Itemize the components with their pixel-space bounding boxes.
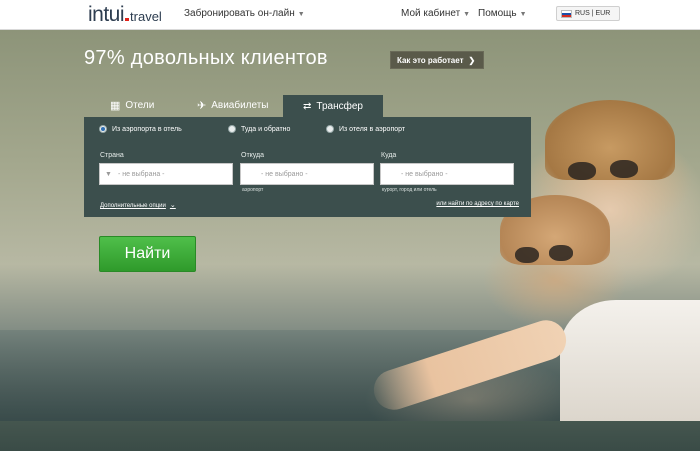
nav-book-online[interactable]: Забронировать он-лайн ▼ <box>184 8 305 19</box>
girl-sunglasses <box>515 245 585 267</box>
language-currency-switch[interactable]: RUS | EUR <box>556 6 620 21</box>
logo-main-text: intui <box>88 3 125 26</box>
chevron-down-icon: ▼ <box>463 11 471 18</box>
chevron-down-icon: ▼ <box>297 11 305 18</box>
logo[interactable]: intui travel <box>88 3 162 26</box>
how-it-works-button[interactable]: Как это работает ❯ <box>390 51 484 69</box>
radio-button[interactable] <box>99 125 107 133</box>
logo-dot <box>125 18 130 21</box>
from-label: Откуда <box>241 152 265 159</box>
transfer-search-panel: Из аэропорта в отель Туда и обратно Из о… <box>84 117 531 217</box>
map-search-link[interactable]: или найти по адресу по карте <box>436 201 519 207</box>
radio-round-trip[interactable]: Туда и обратно <box>228 125 290 133</box>
country-select[interactable]: ▼ - не выбрана - <box>99 163 233 185</box>
radio-hotel-to-airport[interactable]: Из отеля в аэропорт <box>326 125 405 133</box>
radio-button[interactable] <box>228 125 236 133</box>
tab-transfer[interactable]: ⇄ Трансфер <box>283 95 383 117</box>
to-label: Куда <box>381 152 397 159</box>
to-hint: курорт, город или отель <box>382 187 437 193</box>
from-hint: аэропорт <box>242 187 264 193</box>
country-label: Страна <box>100 152 124 159</box>
tab-flights[interactable]: ✈ Авиабилеты <box>197 95 269 116</box>
search-button[interactable]: Найти <box>99 236 196 272</box>
transfer-icon: ⇄ <box>303 100 312 112</box>
logo-sub-text: travel <box>130 9 162 24</box>
radio-button[interactable] <box>326 125 334 133</box>
hero-title: 97% довольных клиентов <box>84 47 328 69</box>
tab-hotels[interactable]: ▦ Отели <box>110 95 154 116</box>
woman-sunglasses <box>568 160 658 182</box>
chevron-down-icon: ⌄ <box>169 202 176 209</box>
extra-options-link[interactable]: Дополнительные опции ⌄ <box>100 201 176 209</box>
russia-flag-icon <box>561 9 572 18</box>
nav-help[interactable]: Помощь ▼ <box>478 8 527 19</box>
chevron-down-icon: ▼ <box>105 170 112 178</box>
radio-airport-to-hotel[interactable]: Из аэропорта в отель <box>99 125 182 133</box>
nav-my-account[interactable]: Мой кабинет ▼ <box>401 8 470 19</box>
chevron-down-icon: ▼ <box>519 11 527 18</box>
plane-icon: ✈ <box>197 100 207 112</box>
top-navbar: intui travel Забронировать он-лайн ▼ Мой … <box>0 0 700 30</box>
lang-currency-label: RUS | EUR <box>575 10 611 17</box>
girl-shirt <box>560 300 700 421</box>
chevron-right-icon: ❯ <box>468 55 476 65</box>
hotel-icon: ▦ <box>110 100 121 112</box>
to-field[interactable]: - не выбрано - <box>380 163 514 185</box>
from-field[interactable]: - не выбрано - <box>240 163 374 185</box>
